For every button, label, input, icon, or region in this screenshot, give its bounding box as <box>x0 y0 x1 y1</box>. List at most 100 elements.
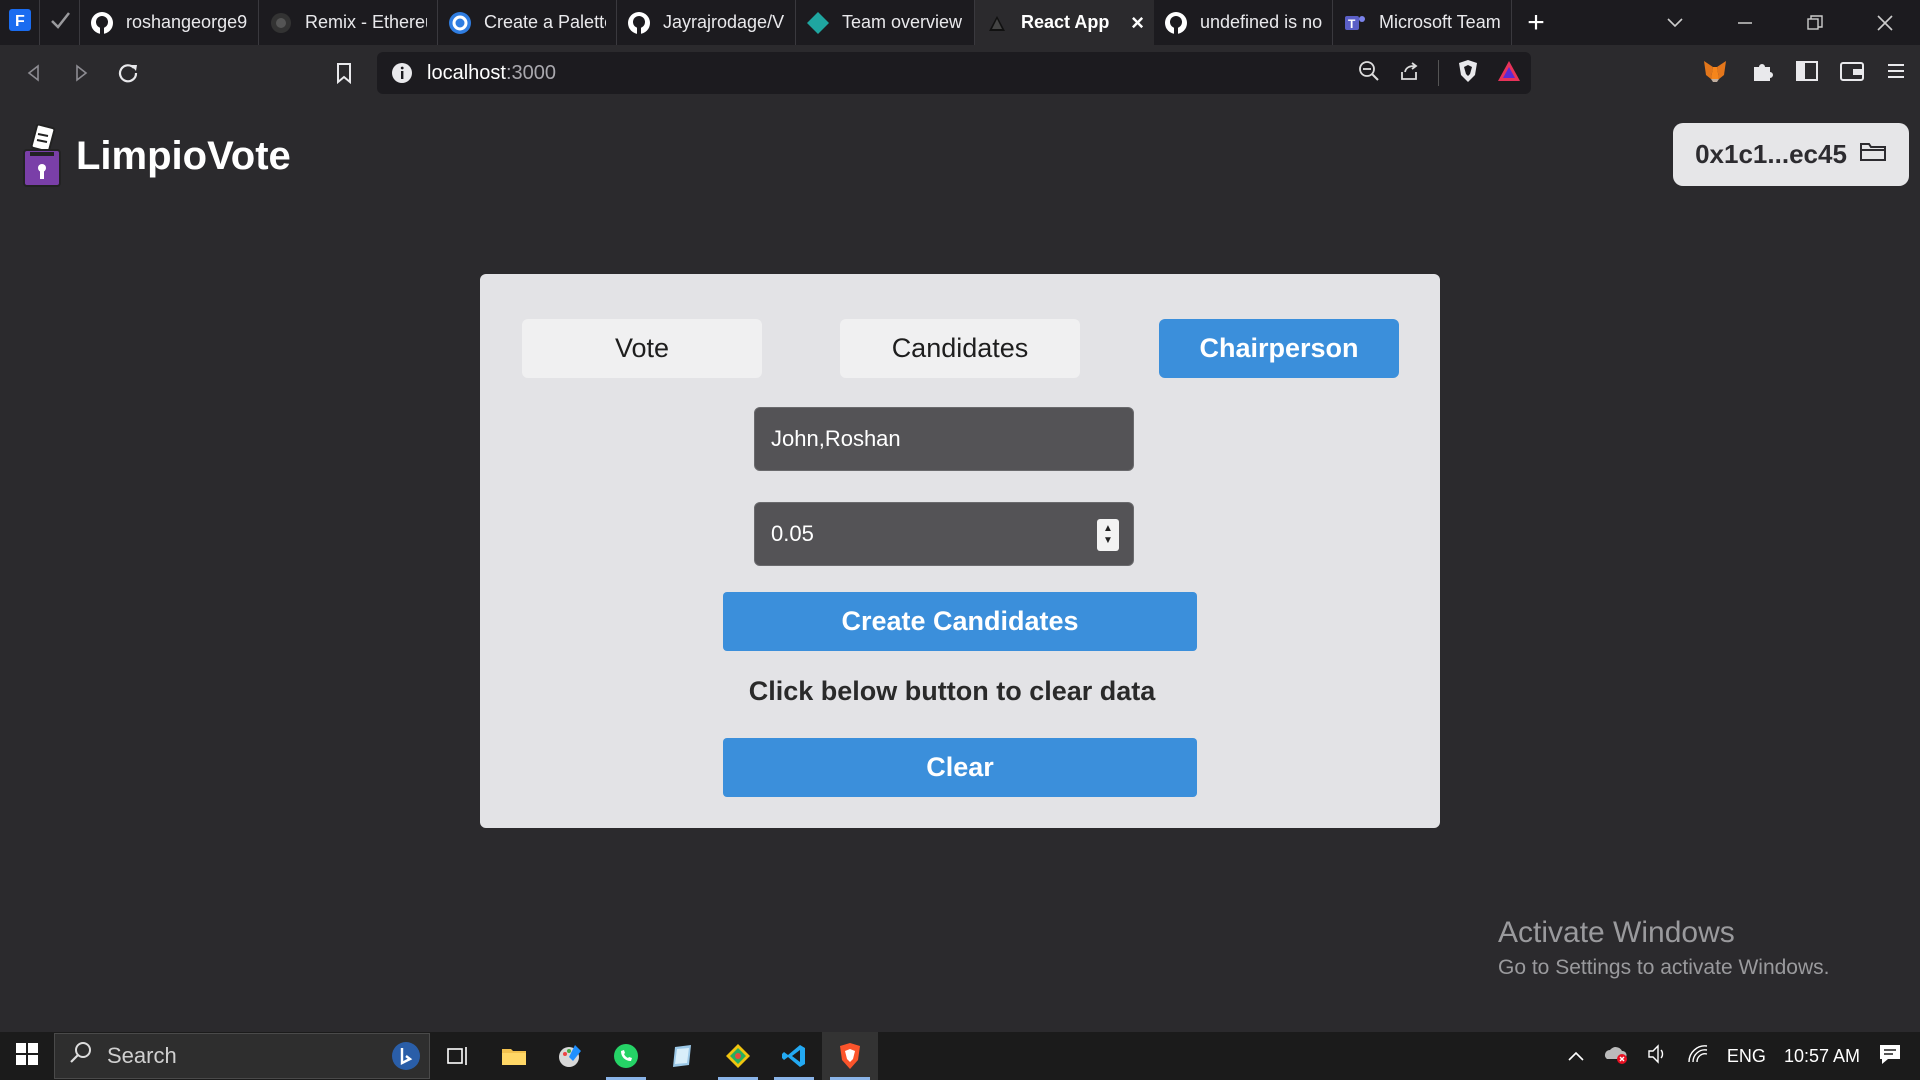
clear-data-hint: Click below button to clear data <box>748 676 1156 706</box>
github-icon <box>90 11 114 35</box>
reload-icon[interactable] <box>104 49 152 97</box>
zoom-out-icon[interactable] <box>1358 60 1380 87</box>
ballot-box-logo-icon <box>22 123 62 188</box>
tab-microsoft-teams[interactable]: T Microsoft Team <box>1333 0 1512 45</box>
tab-label: Microsoft Team <box>1379 12 1501 32</box>
tab-label: Remix - Ethereu <box>305 12 427 32</box>
number-stepper[interactable]: ▲ ▼ <box>1097 519 1119 551</box>
wallet-address: 0x1c1...ec45 <box>1695 139 1847 169</box>
browser-toolbar: localhost:3000 <box>0 45 1920 101</box>
vscode-icon[interactable] <box>766 1032 822 1080</box>
tab-create-palette[interactable]: Create a Palette <box>438 0 617 45</box>
windows-logo-icon <box>16 1042 38 1070</box>
wallet-icon[interactable] <box>1840 60 1864 87</box>
app-brand: LimpioVote <box>22 123 291 188</box>
remix-icon <box>269 11 293 35</box>
git-app-icon[interactable] <box>710 1032 766 1080</box>
candidates-input[interactable]: John,Roshan <box>754 407 1134 471</box>
tab-github-roshangeorge[interactable]: roshangeorge9 <box>80 0 259 45</box>
f-icon: F <box>8 8 32 37</box>
notification-center-icon[interactable] <box>1878 1043 1902 1070</box>
tab-label: React App <box>1021 12 1110 32</box>
whatsapp-icon[interactable] <box>598 1032 654 1080</box>
github-icon <box>1164 11 1188 35</box>
url-host: localhost <box>427 61 506 84</box>
address-bar[interactable]: localhost:3000 <box>377 52 1531 94</box>
tab-label: Create a Palette <box>484 12 606 32</box>
check-icon <box>48 8 72 37</box>
menu-hamburger-icon[interactable] <box>1886 61 1906 86</box>
chairperson-panel: Vote Candidates Chairperson John,Roshan … <box>480 274 1440 828</box>
system-tray: ENG 10:57 AM <box>1567 1032 1920 1080</box>
tab-vote[interactable]: Vote <box>522 319 762 378</box>
create-candidates-button[interactable]: Create Candidates <box>723 592 1197 651</box>
toolbar-extensions <box>1702 45 1906 101</box>
paint-icon[interactable] <box>542 1032 598 1080</box>
tab-pinned-f[interactable]: F <box>0 0 40 45</box>
brave-rewards-icon[interactable] <box>1497 60 1521 87</box>
sidebar-icon[interactable] <box>1796 60 1818 86</box>
tab-github-jayrajrodage[interactable]: Jayrajrodage/V <box>617 0 796 45</box>
share-icon[interactable] <box>1398 60 1420 87</box>
app-title: LimpioVote <box>76 133 291 178</box>
close-tab-icon[interactable]: × <box>1123 10 1144 36</box>
tab-chairperson[interactable]: Chairperson <box>1159 319 1399 378</box>
browser-tab-strip: F roshangeorge9 Remix - Ethereu Create a… <box>0 0 1920 45</box>
metamask-fox-icon[interactable] <box>1702 59 1728 88</box>
extensions-puzzle-icon[interactable] <box>1750 59 1774 88</box>
brave-shields-icon[interactable] <box>1457 59 1479 88</box>
tab-team-overview[interactable]: Team overview <box>796 0 975 45</box>
tab-label: Jayrajrodage/V <box>663 12 785 32</box>
tab-search-chevron-icon[interactable] <box>1640 0 1710 45</box>
back-arrow-icon[interactable] <box>10 49 58 97</box>
wallet-address-button[interactable]: 0x1c1...ec45 <box>1673 123 1909 186</box>
amount-input-value: 0.05 <box>771 521 814 546</box>
minimize-icon[interactable] <box>1710 0 1780 45</box>
tab-remix[interactable]: Remix - Ethereu <box>259 0 438 45</box>
teams-icon: T <box>1343 11 1367 35</box>
search-icon <box>69 1041 93 1071</box>
clock-time[interactable]: 10:57 AM <box>1784 1046 1860 1067</box>
canva-icon <box>448 11 472 35</box>
language-indicator[interactable]: ENG <box>1727 1046 1766 1067</box>
tab-react-app[interactable]: React App × <box>975 0 1154 45</box>
close-window-icon[interactable] <box>1850 0 1920 45</box>
bookmark-icon[interactable] <box>320 49 368 97</box>
tab-label: Team overview <box>842 12 963 32</box>
wallet-folder-icon <box>1859 139 1887 170</box>
notes-app-icon[interactable] <box>654 1032 710 1080</box>
taskbar-search-box[interactable]: Search <box>54 1033 430 1079</box>
activate-windows-watermark: Activate Windows Go to Settings to activ… <box>1498 916 1830 980</box>
amount-input[interactable]: 0.05 ▲ ▼ <box>754 502 1134 566</box>
watermark-title: Activate Windows <box>1498 916 1735 949</box>
address-bar-actions <box>1358 52 1521 94</box>
onedrive-error-icon[interactable] <box>1603 1043 1629 1070</box>
svg-text:T: T <box>1348 17 1356 31</box>
bing-icon[interactable] <box>391 1041 421 1077</box>
new-tab-button[interactable]: + <box>1512 0 1560 45</box>
file-explorer-icon[interactable] <box>486 1032 542 1080</box>
task-view-icon[interactable] <box>430 1032 486 1080</box>
triangle-icon <box>985 11 1009 35</box>
windows-taskbar: Search ENG 10:57 AM <box>0 1032 1920 1080</box>
url-port: :3000 <box>505 61 556 84</box>
tab-pinned-check[interactable] <box>40 0 80 45</box>
window-controls <box>1640 0 1920 45</box>
tab-label: roshangeorge9 <box>126 12 248 32</box>
clear-button[interactable]: Clear <box>723 738 1197 797</box>
restore-icon[interactable] <box>1780 0 1850 45</box>
stepper-down-icon[interactable]: ▼ <box>1103 535 1113 547</box>
wifi-icon[interactable] <box>1687 1044 1709 1069</box>
svg-text:F: F <box>15 13 25 30</box>
tab-candidates[interactable]: Candidates <box>840 319 1080 378</box>
stepper-up-icon[interactable]: ▲ <box>1103 523 1113 535</box>
site-info-icon[interactable] <box>391 62 413 84</box>
volume-muted-icon[interactable] <box>1647 1043 1669 1069</box>
chevron-up-icon[interactable] <box>1567 1046 1585 1067</box>
brave-browser-icon[interactable] <box>822 1032 878 1080</box>
tab-label: undefined is no <box>1200 12 1322 32</box>
watermark-subtitle: Go to Settings to activate Windows. <box>1498 956 1830 979</box>
start-button[interactable] <box>0 1032 54 1080</box>
forward-arrow-icon[interactable] <box>57 49 105 97</box>
tab-undefined-github[interactable]: undefined is no <box>1154 0 1333 45</box>
